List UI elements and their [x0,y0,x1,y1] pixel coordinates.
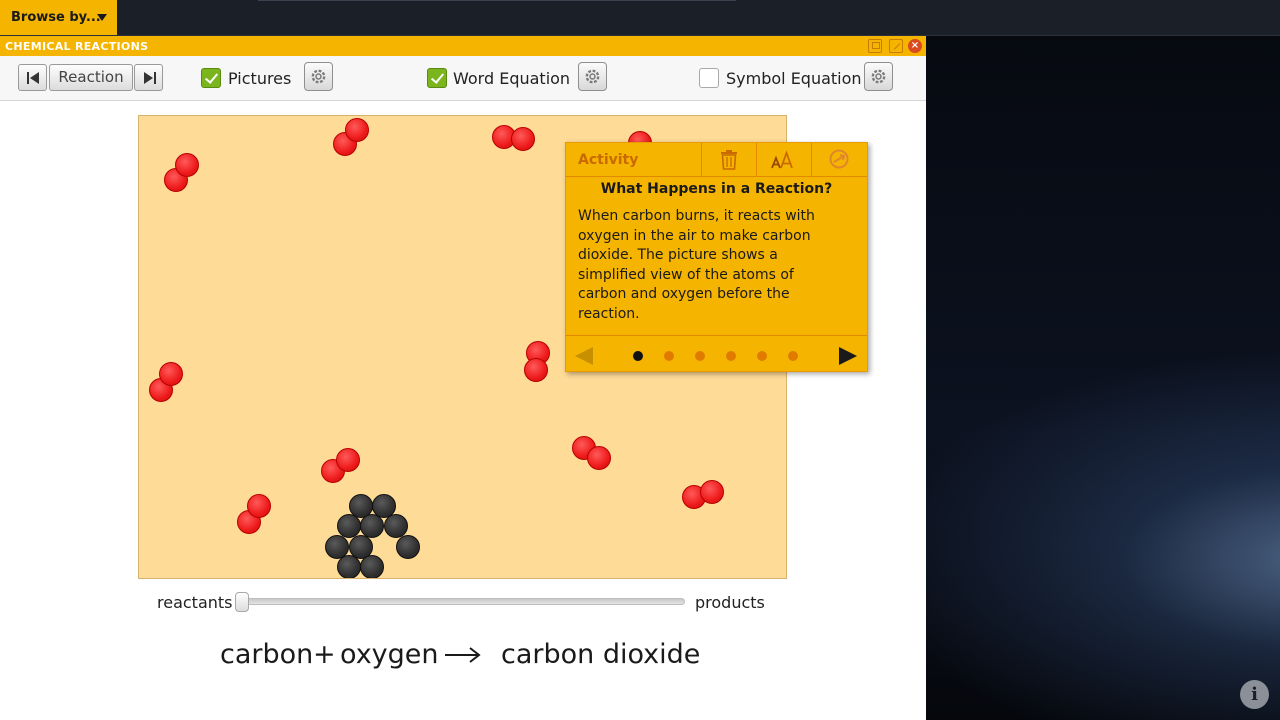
word-equation-checkbox[interactable] [427,68,447,88]
page-dot[interactable] [726,351,736,361]
word-equation-label[interactable]: Word Equation [453,69,570,88]
chemical-reactions-window: CHEMICAL REACTIONS × Reaction Pictures W… [0,36,926,720]
oxygen-atom [524,358,548,382]
page-dot[interactable] [695,351,705,361]
oxygen-atom [247,494,271,518]
popout-icon[interactable] [889,39,903,53]
step-back-arrow [30,72,39,84]
page-dot[interactable] [633,351,643,361]
products-label: products [695,593,765,612]
oxygen-atom [511,127,535,151]
step-back-button[interactable] [18,64,47,91]
step-forward-icon [144,72,153,84]
step-forward-button[interactable] [134,64,163,91]
symbol-equation-settings-button[interactable] [864,62,893,91]
plus-sign: + [313,639,336,670]
reaction-slider-track[interactable] [238,598,685,605]
close-glyph: × [910,40,920,51]
page-dot[interactable] [757,351,767,361]
restore-icon[interactable] [868,39,882,53]
oxygen-atom [159,362,183,386]
arrow-right-icon[interactable] [839,347,857,365]
carbon-atom [360,555,384,578]
oxygen-atom [700,480,724,504]
toolbar: Reaction Pictures Word Equation Symbol E… [0,56,926,101]
top-bar: Browse by... [0,0,1280,36]
oxygen-atom [345,118,369,142]
settings-gear-icon [311,69,326,84]
reaction-button[interactable]: Reaction [49,64,133,91]
carbon-atom [337,555,361,578]
info-glyph: i [1251,684,1258,705]
browse-by-label: Browse by... [11,10,101,25]
carbon-atom [396,535,420,559]
hide-button[interactable] [812,143,867,176]
chevron-down-icon [97,14,107,21]
trash-button[interactable] [702,143,756,176]
activity-body: When carbon burns, it reacts with oxygen… [578,208,815,322]
step-forward-bar [154,72,156,84]
browse-by-button[interactable]: Browse by... [0,0,117,35]
symbol-equation-checkbox[interactable] [699,68,719,88]
reactants-label: reactants [157,593,233,612]
oxygen-atom [336,448,360,472]
trash-icon [721,150,737,170]
reactant-oxygen: oxygen [340,639,439,670]
settings-gear-icon [871,69,886,84]
text-size-icon [771,150,793,169]
settings-gear-icon [585,69,600,84]
oxygen-atom [587,446,611,470]
page-dot[interactable] [664,351,674,361]
window-title: CHEMICAL REACTIONS [5,40,149,53]
tab-divider [258,0,736,1]
reaction-arrow-icon [445,647,481,663]
step-back-icon [27,72,29,84]
page-dot[interactable] [788,351,798,361]
activity-pager [566,335,867,372]
product-carbon-dioxide: carbon dioxide [501,639,701,670]
word-equation: carbon + oxygen carbon dioxide [0,636,926,676]
activity-header: Activity [566,143,867,177]
arrow-left-icon[interactable] [575,347,593,365]
text-size-button[interactable] [757,143,811,176]
reaction-slider-thumb[interactable] [235,592,249,612]
pictures-label[interactable]: Pictures [228,69,291,88]
activity-card: Activity What Happens in a Reaction? Whe… [565,142,868,372]
word-equation-settings-button[interactable] [578,62,607,91]
hide-icon [829,149,849,169]
close-icon[interactable]: × [908,39,922,53]
reactant-carbon: carbon [220,639,314,670]
window-titlebar: CHEMICAL REACTIONS × [0,36,926,56]
pictures-settings-button[interactable] [304,62,333,91]
info-icon[interactable]: i [1240,680,1269,709]
activity-heading: What Happens in a Reaction? [600,181,833,197]
symbol-equation-label[interactable]: Symbol Equation [726,69,862,88]
pictures-checkbox[interactable] [201,68,221,88]
activity-title: Activity [578,152,639,168]
oxygen-atom [175,153,199,177]
